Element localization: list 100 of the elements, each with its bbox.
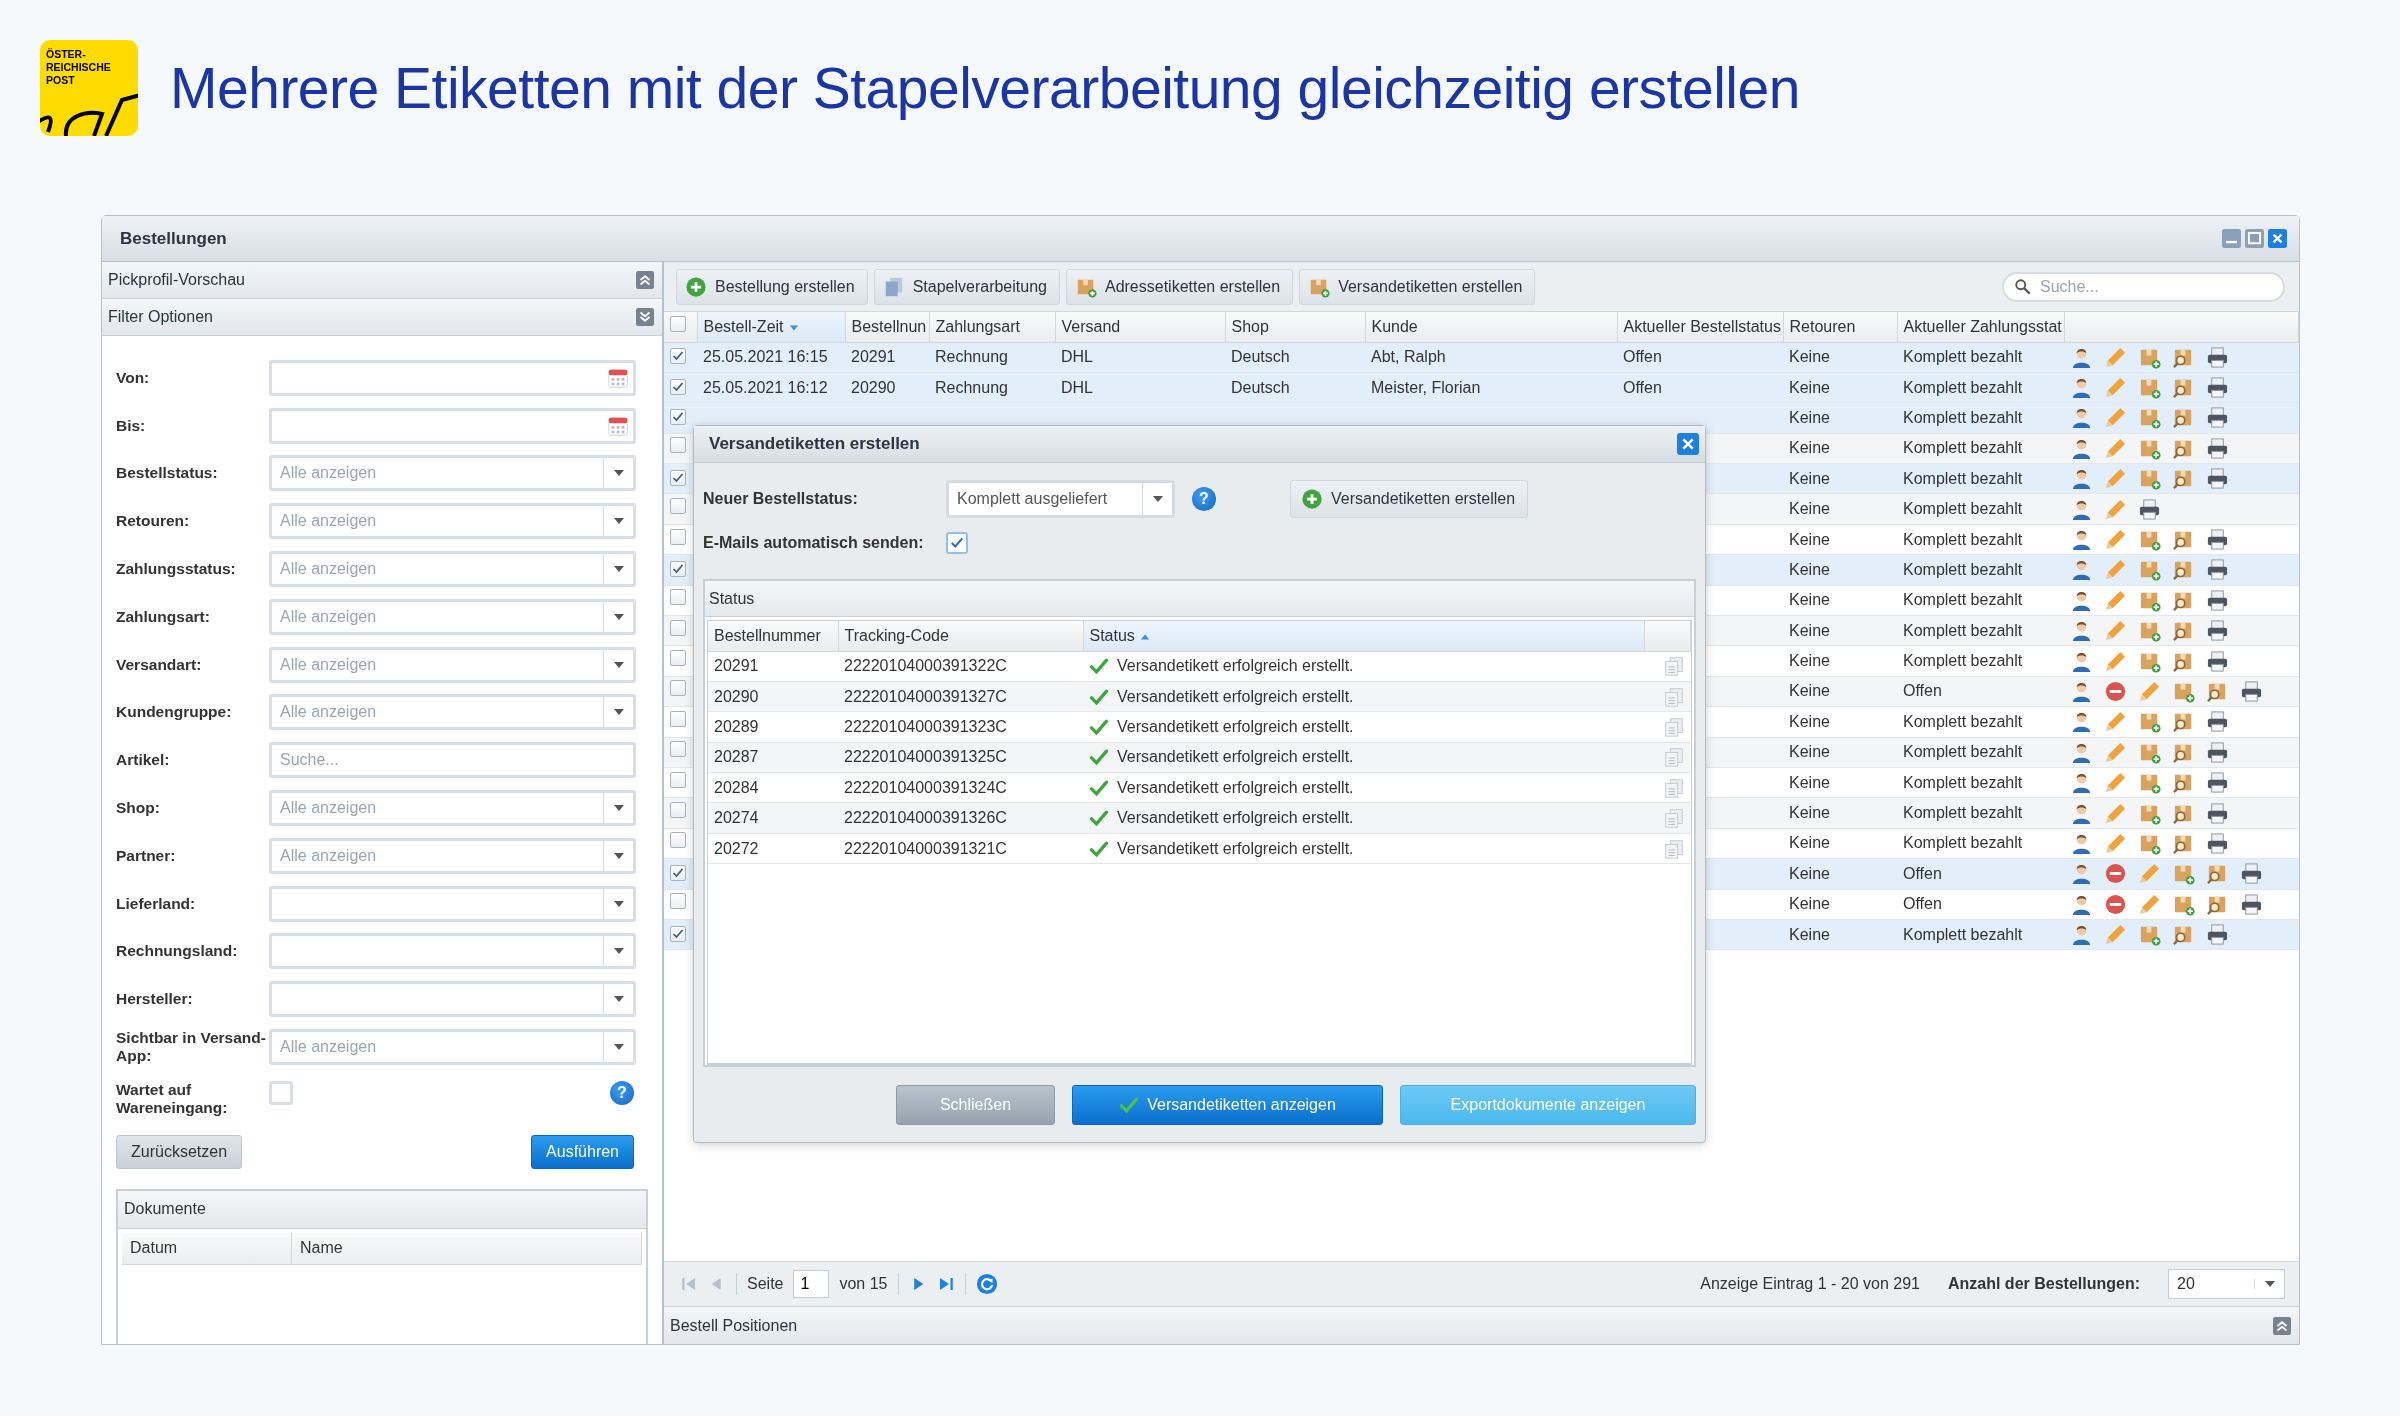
checkbox[interactable] xyxy=(670,348,686,365)
checkbox[interactable] xyxy=(670,771,686,788)
expand-icon[interactable] xyxy=(636,271,654,289)
checkbox[interactable] xyxy=(670,619,686,636)
select-field[interactable] xyxy=(269,885,636,922)
printer-icon[interactable] xyxy=(2206,831,2229,855)
checkbox[interactable] xyxy=(670,864,686,881)
create-button[interactable]: Versandetiketten erstellen xyxy=(1290,480,1529,518)
printer-icon[interactable] xyxy=(2240,862,2263,886)
checkbox[interactable] xyxy=(670,315,686,332)
printer-icon[interactable] xyxy=(2206,345,2229,369)
printer-icon[interactable] xyxy=(2206,923,2229,947)
printer-icon[interactable] xyxy=(2240,680,2263,703)
refresh-icon[interactable] xyxy=(975,1273,998,1295)
minus-icon[interactable] xyxy=(2104,680,2127,703)
minimize-icon[interactable] xyxy=(2222,229,2241,248)
panel-header[interactable]: Bestell Positionen xyxy=(664,1306,2299,1344)
checkbox[interactable] xyxy=(670,802,686,819)
close-icon[interactable] xyxy=(2268,229,2287,248)
calendar-icon[interactable] xyxy=(607,414,629,437)
printer-icon[interactable] xyxy=(2206,649,2229,673)
pencil-icon[interactable] xyxy=(2104,649,2127,673)
button[interactable]: Zurücksetzen xyxy=(116,1134,243,1169)
person-icon[interactable] xyxy=(2070,680,2093,703)
printer-icon[interactable] xyxy=(2206,588,2229,612)
checkbox[interactable] xyxy=(670,925,686,942)
printer-icon[interactable] xyxy=(2206,619,2229,643)
checkbox[interactable] xyxy=(946,532,968,554)
minus-icon[interactable] xyxy=(2104,862,2127,886)
button[interactable]: Ausführen xyxy=(531,1134,634,1169)
checkbox[interactable] xyxy=(670,893,686,910)
checkbox[interactable] xyxy=(670,589,686,606)
toolbar-button[interactable]: Adressetiketten erstellen xyxy=(1065,268,1294,305)
calendar-icon[interactable] xyxy=(607,366,629,389)
select-field[interactable] xyxy=(269,933,636,970)
printer-icon[interactable] xyxy=(2206,740,2229,764)
caret-icon[interactable] xyxy=(1151,494,1164,504)
printer-icon[interactable] xyxy=(2206,710,2229,734)
printer-icon[interactable] xyxy=(2240,892,2263,916)
date-field[interactable] xyxy=(269,407,636,444)
caret-icon[interactable] xyxy=(612,850,625,861)
column-header[interactable]: Shop xyxy=(1231,317,1269,335)
checkbox[interactable] xyxy=(670,408,686,425)
checkbox[interactable] xyxy=(670,650,686,667)
maximize-icon[interactable] xyxy=(2245,229,2264,248)
pencil-icon[interactable] xyxy=(2104,588,2127,612)
pencil-icon[interactable] xyxy=(2104,710,2127,734)
date-field[interactable] xyxy=(269,359,636,396)
printer-icon[interactable] xyxy=(2138,497,2161,521)
checkbox[interactable] xyxy=(269,1080,293,1105)
minus-icon[interactable] xyxy=(2104,892,2127,916)
caret-icon[interactable] xyxy=(612,898,625,909)
select-field[interactable]: Komplett ausgeliefert xyxy=(946,480,1175,518)
printer-icon[interactable] xyxy=(2206,406,2229,430)
expand-icon[interactable] xyxy=(2273,1316,2291,1335)
checkbox[interactable] xyxy=(670,469,686,486)
collapse-icon[interactable] xyxy=(636,308,654,326)
checkbox[interactable] xyxy=(670,378,686,395)
checkbox[interactable] xyxy=(670,741,686,758)
person-icon[interactable] xyxy=(2070,558,2093,582)
caret-icon[interactable] xyxy=(2263,1279,2276,1289)
toolbar-button[interactable]: Versandetiketten erstellen xyxy=(1299,268,1536,305)
caret-icon[interactable] xyxy=(612,611,625,622)
checkbox[interactable] xyxy=(670,498,686,515)
panel-header[interactable]: Filter Optionen xyxy=(102,299,662,336)
button[interactable]: Versandetiketten anzeigen xyxy=(1072,1085,1383,1125)
pencil-icon[interactable] xyxy=(2138,892,2161,916)
page-size-select[interactable]: 20 xyxy=(2168,1269,2285,1299)
person-icon[interactable] xyxy=(2070,406,2093,430)
pencil-icon[interactable] xyxy=(2104,528,2127,552)
select-field[interactable] xyxy=(269,981,636,1018)
printer-icon[interactable] xyxy=(2206,528,2229,552)
pencil-icon[interactable] xyxy=(2104,831,2127,855)
printer-icon[interactable] xyxy=(2206,558,2229,582)
close-button[interactable] xyxy=(1677,433,1699,455)
printer-icon[interactable] xyxy=(2206,436,2229,460)
caret-icon[interactable] xyxy=(612,659,625,670)
person-icon[interactable] xyxy=(2070,771,2093,795)
person-icon[interactable] xyxy=(2070,710,2093,734)
column-header[interactable]: Status xyxy=(1089,626,1135,644)
column-header[interactable]: Name xyxy=(292,1232,642,1264)
checkbox[interactable] xyxy=(670,560,686,577)
person-icon[interactable] xyxy=(2070,862,2093,886)
printer-icon[interactable] xyxy=(2206,771,2229,795)
toolbar-button[interactable]: Stapelverarbeitung xyxy=(873,268,1060,305)
printer-icon[interactable] xyxy=(2206,376,2229,400)
person-icon[interactable] xyxy=(2070,619,2093,643)
person-icon[interactable] xyxy=(2070,376,2093,400)
column-header[interactable]: Kunde xyxy=(1371,317,1418,335)
person-icon[interactable] xyxy=(2070,923,2093,947)
checkbox[interactable] xyxy=(670,528,686,545)
panel-header[interactable]: Pickprofil-Vorschau xyxy=(102,262,662,299)
person-icon[interactable] xyxy=(2070,467,2093,491)
page-input[interactable]: 1 xyxy=(793,1270,830,1298)
checkbox[interactable] xyxy=(670,437,686,454)
printer-icon[interactable] xyxy=(2206,801,2229,825)
checkbox[interactable] xyxy=(670,710,686,727)
person-icon[interactable] xyxy=(2070,528,2093,552)
column-header[interactable]: Datum xyxy=(122,1232,292,1264)
checkbox[interactable] xyxy=(670,832,686,849)
